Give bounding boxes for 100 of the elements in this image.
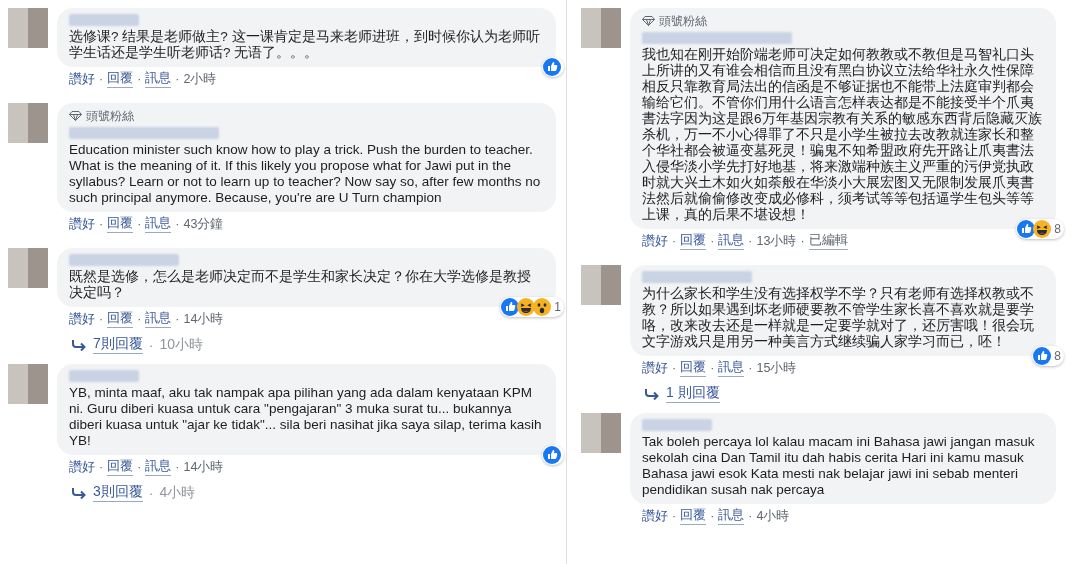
separator-dot: ·: [148, 336, 154, 353]
separator-dot: ·: [137, 217, 142, 231]
reply-link[interactable]: 回覆: [107, 70, 134, 88]
thumbs-up-icon: [543, 446, 561, 464]
laughing-face-icon: [1033, 220, 1052, 238]
message-link[interactable]: 訊息: [145, 70, 172, 88]
reply-time: 10小時: [159, 335, 204, 354]
like-link[interactable]: 讚好: [69, 70, 95, 88]
thumbs-up-icon: [1017, 220, 1036, 238]
reaction-summary[interactable]: 8: [1016, 219, 1064, 239]
avatar[interactable]: [581, 265, 621, 305]
separator-dot: ·: [148, 484, 154, 501]
top-fan-label: 頭號粉絲: [659, 13, 707, 29]
view-replies-link[interactable]: 1 則回覆: [666, 384, 720, 403]
view-replies-link[interactable]: 7則回覆: [93, 335, 143, 354]
reaction-count: 1: [554, 299, 561, 315]
separator-dot: ·: [710, 509, 715, 523]
avatar[interactable]: [8, 248, 48, 288]
blurred-name[interactable]: [642, 419, 712, 431]
view-replies-link[interactable]: 3則回覆: [93, 483, 143, 502]
reaction-summary[interactable]: [542, 57, 564, 77]
reply-arrow-icon: [71, 486, 87, 499]
diamond-icon: [642, 16, 655, 26]
message-link[interactable]: 訊息: [145, 310, 172, 328]
message-link[interactable]: 訊息: [145, 458, 172, 476]
timestamp-link[interactable]: 4小時: [756, 507, 790, 525]
separator-dot: ·: [175, 72, 180, 86]
separator-dot: ·: [672, 509, 677, 523]
thumbs-up-icon: [1033, 347, 1052, 365]
separator-dot: ·: [137, 460, 142, 474]
timestamp-link[interactable]: 13小時: [756, 232, 797, 250]
edited-link[interactable]: 已編輯: [808, 232, 848, 250]
reaction-count: 8: [1054, 348, 1061, 364]
separator-dot: ·: [137, 72, 142, 86]
separator-dot: ·: [175, 312, 180, 326]
reaction-summary[interactable]: 8: [1032, 346, 1064, 366]
reaction-count: 8: [1054, 221, 1061, 237]
reply-arrow-icon: [71, 338, 87, 351]
message-link[interactable]: 訊息: [718, 359, 745, 377]
separator-dot: ·: [99, 72, 104, 86]
reply-link[interactable]: 回覆: [107, 310, 134, 328]
diamond-icon: [69, 111, 82, 121]
like-link[interactable]: 讚好: [642, 507, 668, 525]
reply-time: 4小時: [159, 483, 196, 502]
separator-dot: ·: [710, 234, 715, 248]
thumbs-up-icon: [543, 58, 561, 76]
comment-text: YB, minta maaf, aku tak nampak apa pilihan yang ada dalam kenyataan KPM ni. Guru diberi kuasa untuk cara "pengajaran" 3 muka surat tu... bukannya diberi kuasa untuk "ajar ke tidak"... sila beri nasihat jika saya silap, terima kasih YB!: [69, 385, 543, 449]
like-link[interactable]: 讚好: [642, 232, 668, 250]
separator-dot: ·: [99, 460, 104, 474]
reply-link[interactable]: 回覆: [680, 359, 707, 377]
reaction-summary[interactable]: [542, 445, 564, 465]
laughing-face-icon: [517, 298, 536, 316]
blurred-name[interactable]: [69, 254, 179, 266]
comment-text: 为什么家长和学生没有选择权学不学？只有老师有选择权教或不教？所以如果遇到坏老师硬要教不管学生家长喜不喜欢就是要学咯，改来改去还是一样就是一定要学就对了，还厉害哦！很会玩文字游戏只是用另一种美言方式继续骗人家学习而已，呸！: [642, 286, 1035, 350]
thumbs-up-icon: [501, 298, 520, 316]
timestamp-link[interactable]: 15小時: [756, 359, 797, 377]
separator-dot: ·: [748, 361, 753, 375]
like-link[interactable]: 讚好: [69, 215, 95, 233]
separator-dot: ·: [137, 312, 142, 326]
separator-dot: ·: [800, 234, 805, 248]
like-link[interactable]: 讚好: [642, 359, 668, 377]
avatar[interactable]: [581, 8, 621, 48]
blurred-name[interactable]: [642, 32, 792, 44]
reaction-summary[interactable]: 1: [500, 297, 564, 317]
blurred-name[interactable]: [69, 14, 139, 26]
separator-dot: ·: [672, 234, 677, 248]
comment-text: Education minister such know how to play a trick. Push the burden to teacher. What is the meaning of it. If this likely you propose what for Jawi put in the syllabus? Learn or not to learn up to teacher? Now say so, after few months no such principal anymore. Because, you're are U Turn champion: [69, 142, 542, 206]
surprised-face-icon: [533, 298, 552, 316]
separator-dot: ·: [175, 217, 180, 231]
reply-link[interactable]: 回覆: [107, 458, 134, 476]
avatar[interactable]: [581, 413, 621, 453]
comment-text: 选修课? 结果是老师做主? 这一课肯定是马来老师进班，到时候你认为老师听学生话还是学生听老师话? 无语了。。。: [69, 29, 541, 61]
like-link[interactable]: 讚好: [69, 458, 95, 476]
timestamp-link[interactable]: 14小時: [183, 458, 224, 476]
separator-dot: ·: [748, 509, 753, 523]
separator-dot: ·: [748, 234, 753, 248]
message-link[interactable]: 訊息: [718, 507, 745, 525]
separator-dot: ·: [175, 460, 180, 474]
avatar[interactable]: [8, 103, 48, 143]
separator-dot: ·: [99, 312, 104, 326]
timestamp-link[interactable]: 14小時: [183, 310, 224, 328]
blurred-name[interactable]: [69, 127, 219, 139]
message-link[interactable]: 訊息: [718, 232, 745, 250]
timestamp-link[interactable]: 2小時: [183, 70, 217, 88]
avatar[interactable]: [8, 364, 48, 404]
reply-arrow-icon: [644, 387, 660, 400]
comment-text: Tak boleh percaya lol kalau macam ini Bahasa jawi jangan masuk sekolah cina Dan Tamil itu dah habis cerita Hari ini kamu masuk Bahasa jawi esok Kata mesti nak belajar jawi ini sebab menteri pendidikan susah nak percaya: [642, 434, 1036, 498]
avatar[interactable]: [8, 8, 48, 48]
reply-link[interactable]: 回覆: [680, 507, 707, 525]
separator-dot: ·: [672, 361, 677, 375]
like-link[interactable]: 讚好: [69, 310, 95, 328]
blurred-name[interactable]: [69, 370, 139, 382]
reply-link[interactable]: 回覆: [680, 232, 707, 250]
separator-dot: ·: [710, 361, 715, 375]
timestamp-link[interactable]: 43分鐘: [183, 215, 224, 233]
top-fan-label: 頭號粉絲: [86, 108, 134, 124]
message-link[interactable]: 訊息: [145, 215, 172, 233]
blurred-name[interactable]: [642, 271, 752, 283]
separator-dot: ·: [99, 217, 104, 231]
reply-link[interactable]: 回覆: [107, 215, 134, 233]
